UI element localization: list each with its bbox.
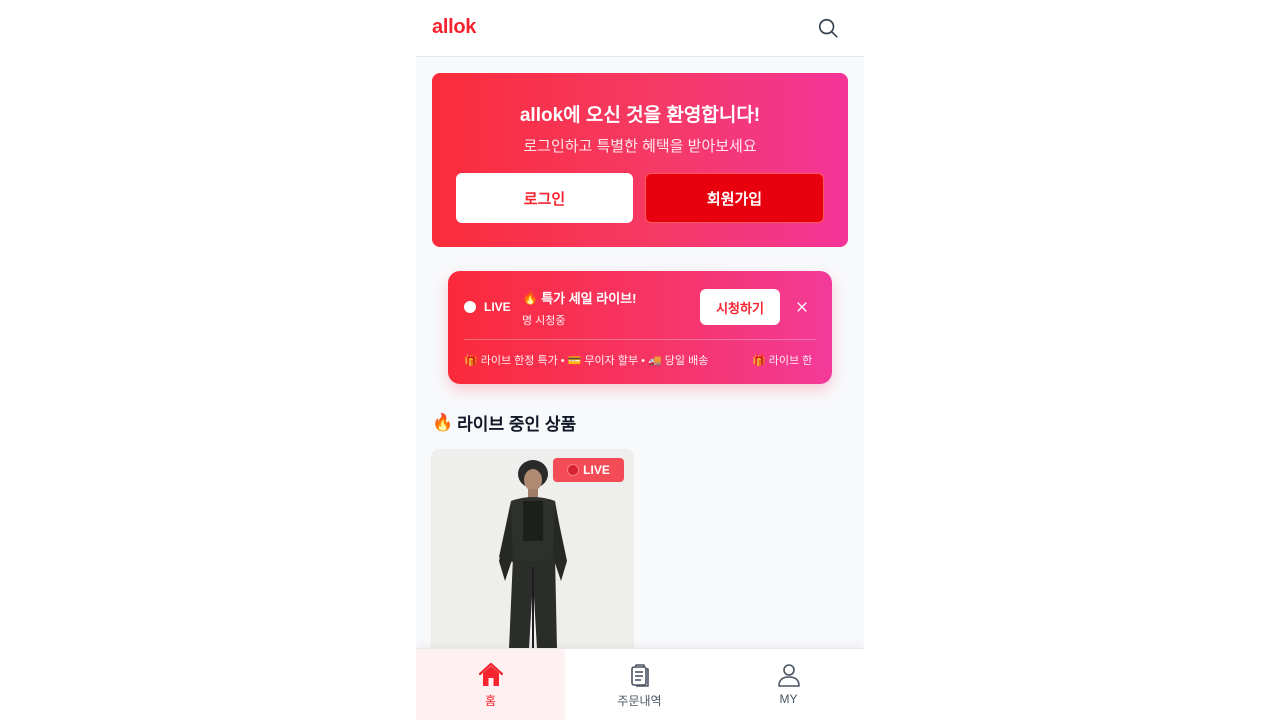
live-status-dot [464, 301, 476, 313]
nav-item-my[interactable]: MY [714, 649, 863, 720]
login-button[interactable]: 로그인 [456, 173, 633, 223]
live-badge: LIVE [553, 458, 624, 482]
nav-label-orders: 주문내역 [617, 694, 662, 708]
mobile-app: allok allok에 오신 것을 환영합니다! 로그인하고 특별한 혜택을 … [416, 0, 864, 720]
logo[interactable]: allok [432, 16, 476, 39]
fire-icon: 🔥 [522, 289, 539, 305]
record-icon [567, 464, 580, 476]
close-icon [797, 302, 807, 312]
benefit-ticker: 🎁 라이브 한정 특가 • 💳 무이자 할부 • 🚚 당일 배송 🎁 라이브 한 [464, 352, 816, 368]
nav-label-my: MY [779, 692, 798, 706]
user-icon [777, 664, 800, 687]
welcome-title: allok에 오신 것을 환영합니다! [519, 105, 761, 126]
live-viewer-count: 명 시청중 [522, 315, 566, 327]
top-header: allok [416, 0, 864, 57]
ticker-text-repeat: 🎁 라이브 한 [752, 355, 813, 367]
ticker-text: 🎁 라이브 한정 특가 • 💳 무이자 할부 • 🚚 당일 배송 [464, 355, 709, 367]
live-status-label: LIVE [484, 300, 511, 314]
nav-item-home[interactable]: 홈 [416, 649, 565, 720]
product-card[interactable]: LIVE [431, 449, 634, 649]
nav-label-home: 홈 [484, 694, 497, 708]
live-badge-label: LIVE [583, 463, 610, 477]
search-button[interactable] [816, 16, 840, 40]
nav-item-orders[interactable]: 주문내역 [565, 649, 714, 720]
live-title: 🔥 특가 세일 라이브! [522, 288, 636, 307]
welcome-banner: allok에 오신 것을 환영합니다! 로그인하고 특별한 혜택을 받아보세요 … [432, 73, 848, 247]
section-title-text: 라이브 중인 상품 [457, 415, 577, 434]
home-icon [478, 662, 503, 686]
close-button[interactable] [792, 297, 812, 317]
fire-icon: 🔥 [432, 412, 454, 432]
search-icon [818, 18, 838, 38]
watch-button[interactable]: 시청하기 [700, 289, 780, 325]
clipboard-icon [630, 664, 649, 687]
signup-button[interactable]: 회원가입 [645, 173, 824, 223]
welcome-subtitle: 로그인하고 특별한 혜택을 받아보세요 [523, 138, 757, 155]
live-title-text: 특가 세일 라이브! [541, 291, 637, 306]
bottom-navigation: 홈 주문내역 MY [416, 648, 864, 720]
divider [464, 339, 816, 340]
section-title: 🔥 라이브 중인 상품 [432, 410, 576, 435]
live-sale-banner[interactable]: LIVE 🔥 특가 세일 라이브! 명 시청중 시청하기 🎁 라이브 한정 특가… [448, 271, 832, 384]
